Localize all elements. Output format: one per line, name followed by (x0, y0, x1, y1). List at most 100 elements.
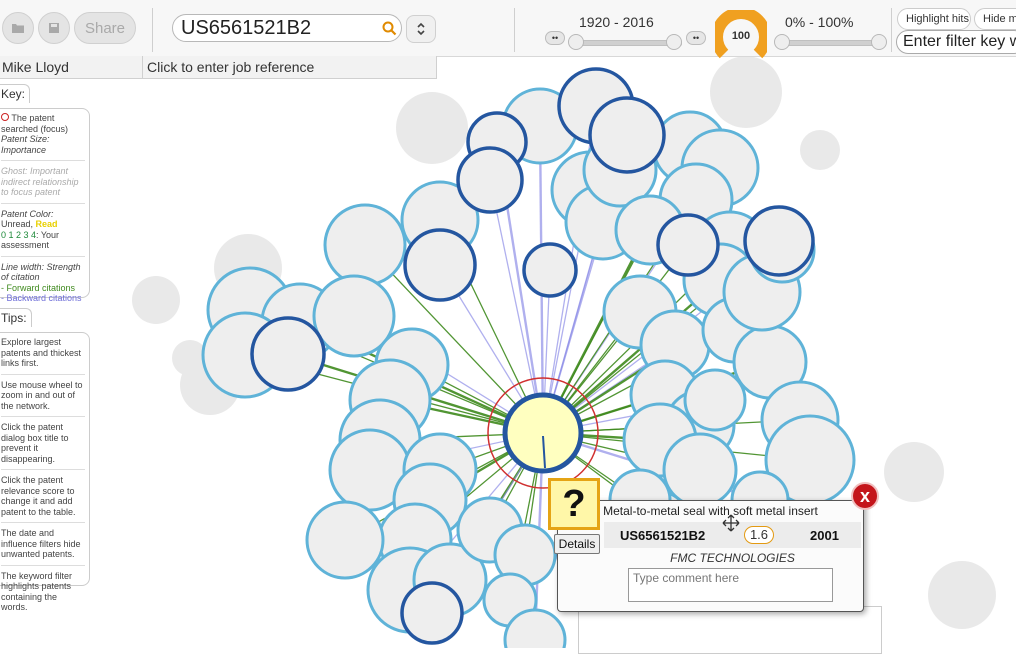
patent-node (312, 274, 396, 358)
date-range-step-left-button[interactable]: •• (545, 31, 565, 45)
backward-citation-link (369, 432, 544, 471)
patent-node (328, 428, 412, 512)
patent-node (658, 162, 734, 238)
userbar-divider (142, 56, 143, 78)
highlight-hits-button[interactable]: Highlight hits (897, 8, 971, 30)
relevance-range-label: 0% - 100% (785, 14, 854, 30)
save-button[interactable] (38, 12, 70, 44)
relevance-range-end-handle[interactable] (871, 34, 887, 50)
forward-citation-link (542, 249, 731, 434)
patent-node (206, 266, 294, 354)
forward-citation-link (411, 364, 544, 434)
key-line-width-text: Line width: Strength of citation (1, 261, 81, 283)
date-range-start-handle[interactable] (568, 34, 584, 50)
gauge-value: 100 (731, 30, 751, 42)
backward-citation-link (542, 167, 721, 434)
patent-node-read (656, 213, 720, 277)
patent-node (582, 132, 658, 208)
comment-textarea[interactable]: Type comment here (628, 568, 833, 602)
open-folder-button[interactable] (2, 12, 34, 44)
backward-citation-link (542, 134, 628, 434)
relevance-range-start-handle[interactable] (774, 34, 790, 50)
share-label: Share (84, 19, 126, 37)
backward-citation-link (542, 169, 621, 434)
patent-node (402, 432, 478, 508)
patent-node-read (250, 316, 326, 392)
patent-node (639, 309, 711, 381)
influence-gauge[interactable]: 100 (711, 7, 771, 62)
key-backward: - Backward citations (1, 293, 82, 303)
patent-node-read (466, 111, 528, 173)
backward-citation-link (353, 315, 544, 434)
patent-node (412, 542, 488, 618)
forward-citation-link (344, 432, 544, 541)
relevance-score-button[interactable]: 1.6 (744, 526, 774, 544)
forward-citation-link (542, 240, 780, 434)
search-icon[interactable] (382, 21, 397, 36)
focus-ring-icon (1, 113, 9, 121)
patent-node (392, 462, 468, 538)
patent-node (348, 358, 432, 442)
date-range-end-handle[interactable] (666, 34, 682, 50)
hide-misses-button[interactable]: Hide mis (974, 8, 1016, 30)
forward-citation-link (542, 394, 666, 434)
user-job-bar: Mike Lloyd Click to enter job reference (0, 56, 437, 79)
patent-node-read (557, 67, 635, 145)
toolbar-divider (514, 8, 515, 52)
tip-item: The keyword filter highlights patents co… (1, 570, 73, 613)
job-reference-field[interactable]: Click to enter job reference (147, 59, 314, 75)
unknown-relevance-icon[interactable]: ? (548, 478, 600, 530)
patent-node (662, 432, 738, 508)
share-button[interactable]: Share (74, 12, 136, 44)
forward-citation-link (287, 352, 544, 435)
save-icon (49, 23, 59, 33)
focus-influence-needle (542, 435, 546, 469)
patent-node (374, 327, 450, 403)
patent-node (683, 368, 747, 432)
ghost-patent-node (172, 340, 208, 376)
ghost-patent-node (710, 56, 782, 128)
patent-number: US6561521B2 (620, 528, 706, 543)
patent-node (260, 282, 340, 362)
close-dialog-button[interactable]: x (851, 482, 879, 510)
patent-node (748, 216, 816, 284)
patent-node (652, 110, 728, 186)
key-color-read: Read (35, 219, 58, 229)
patent-title[interactable]: Metal-to-metal seal with soft metal inse… (558, 504, 863, 518)
key-panel-tab[interactable]: Key: (0, 84, 31, 103)
patent-search-input[interactable]: US6561521B2 (172, 14, 402, 42)
toolbar-divider (152, 8, 153, 52)
forward-citation-link (299, 320, 544, 435)
tip-item: Click the patent relevance score to chan… (1, 475, 85, 523)
tip-item: Explore largest patents and thickest lin… (1, 337, 85, 375)
patent-document-preview (578, 606, 882, 654)
details-button[interactable]: Details (554, 534, 600, 554)
patent-node (482, 572, 538, 628)
tips-panel-tab[interactable]: Tips: (0, 308, 32, 327)
date-range-step-right-button[interactable]: •• (686, 31, 706, 45)
ghost-patent-node (800, 130, 840, 170)
patent-node (682, 242, 758, 318)
backward-citation-link (542, 399, 716, 434)
patent-detail-dialog[interactable]: Metal-to-metal seal with soft metal inse… (557, 500, 864, 612)
forward-citation-link (249, 309, 544, 434)
backward-citation-link (542, 105, 597, 434)
forward-citation-link (542, 432, 701, 471)
forward-citation-link (489, 432, 544, 531)
patent-node (400, 180, 480, 260)
patent-node (550, 150, 630, 230)
search-options-button[interactable] (406, 15, 436, 43)
patent-node-read (403, 228, 477, 302)
patent-node-read (522, 242, 578, 298)
patent-node (622, 402, 698, 478)
forward-citation-link (542, 199, 697, 434)
forward-citation-link (448, 432, 545, 581)
key-size-text: Patent Size: Importance (1, 134, 50, 155)
patent-node (629, 359, 701, 431)
key-color-title: Patent Color: (1, 208, 54, 219)
patent-node (701, 296, 769, 364)
relevance-range-slider[interactable] (779, 40, 885, 46)
keyword-filter-input[interactable]: Enter filter key w (896, 30, 1016, 54)
forward-citation-link (524, 432, 544, 556)
patent-node (456, 496, 524, 564)
